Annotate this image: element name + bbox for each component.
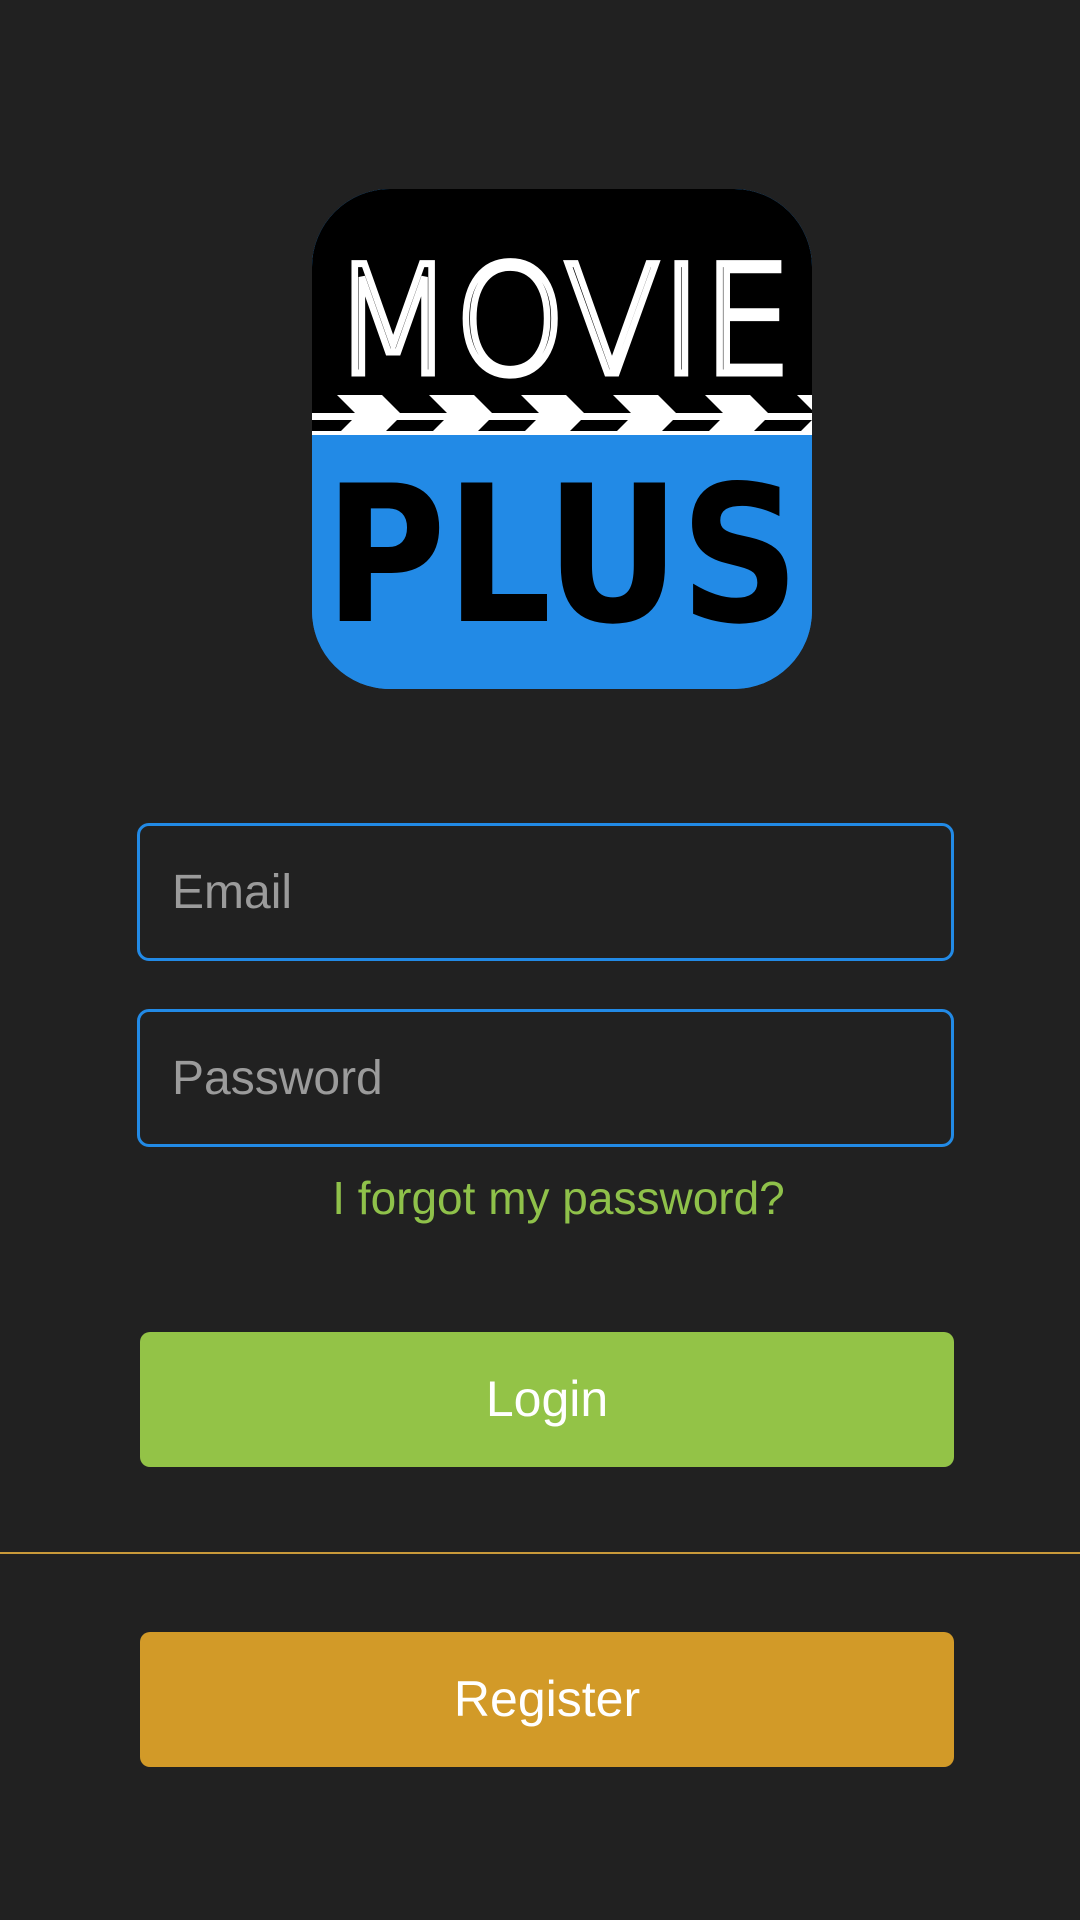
login-button[interactable]: Login <box>140 1332 954 1467</box>
password-field[interactable] <box>137 1009 954 1147</box>
logo-movie-text: MOVIE <box>332 235 792 409</box>
clapperboard-icon: MOVIE PLUS <box>312 189 812 689</box>
divider <box>0 1552 1080 1554</box>
password-input[interactable] <box>140 1012 951 1144</box>
forgot-password-link[interactable]: I forgot my password? <box>137 1170 980 1226</box>
movie-plus-logo: MOVIE PLUS <box>312 189 812 689</box>
register-button[interactable]: Register <box>140 1632 954 1767</box>
logo-plus-text: PLUS <box>325 445 800 666</box>
email-input[interactable] <box>140 826 951 958</box>
email-field[interactable] <box>137 823 954 961</box>
